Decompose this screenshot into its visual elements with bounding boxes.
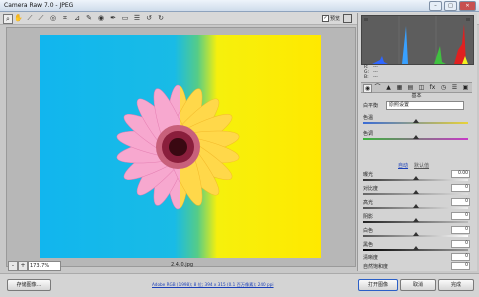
minimize-icon[interactable]: – [429,1,442,11]
preview-label: 预览 [330,16,341,22]
b-label: B: [364,75,369,80]
red-eye-icon[interactable]: ◉ [97,14,105,22]
clarity-label: 清晰度 [363,255,379,261]
slider-clarity: 清晰度 0 [361,253,472,262]
close-icon[interactable]: ✕ [459,1,476,11]
slider-whites: 白色 0 [361,226,472,241]
whites-value[interactable]: 0 [451,226,470,234]
bottom-bar: 存储图像... Adobe RGB (1998); 8 位; 394 x 315… [0,273,479,297]
lens-corrections-tab-icon[interactable]: ◫ [418,84,425,91]
crop-icon[interactable]: ⌗ [61,14,69,22]
file-name: 2.4.0.jpg [171,262,194,268]
status-bar: - + 173.7% 2.4.0.jpg [6,260,354,271]
temperature-thumb[interactable] [412,119,419,123]
shadows-thumb[interactable] [412,218,419,222]
target-adjust-icon[interactable]: ◎ [49,14,57,22]
open-image-button[interactable]: 打开图像 [358,279,398,291]
contrast-value[interactable]: 0 [451,184,470,192]
temperature-label: 色温 [363,115,374,121]
split-toning-tab-icon[interactable]: ▤ [407,84,414,91]
zoom-level-select[interactable]: 173.7% [28,261,61,271]
slider-vibrance: 自然饱和度 0 [361,262,472,271]
workflow-options-link[interactable]: Adobe RGB (1998); 8 位; 394 x 315 (0.1 百万… [152,282,274,288]
b-value: --- [373,75,378,80]
check-icon[interactable]: ✓ [322,15,329,22]
histogram [361,15,474,65]
shadow-clipping-icon[interactable] [364,18,368,21]
blacks-thumb[interactable] [412,246,419,250]
default-link[interactable]: 默认值 [414,162,429,169]
adjustment-brush-icon[interactable]: ✒ [109,14,117,22]
camera-calibration-tab-icon[interactable]: ◷ [440,84,447,91]
hsl-tab-icon[interactable]: ▦ [396,84,403,91]
tint-label: 色调 [363,131,374,137]
exposure-thumb[interactable] [412,176,419,180]
slider-highlights: 高光 0 [361,198,472,213]
white-balance-label: 白平衡 [363,103,379,109]
preview-canvas[interactable] [6,27,356,267]
detail-tab-icon[interactable]: ▲ [385,84,392,91]
rotate-cw-icon[interactable]: ↻ [157,14,165,22]
preview-image [40,35,321,258]
slider-temperature: 色温 [361,114,472,128]
adjustment-panel: R: --- G: --- B: --- ◉ ⌒ ▲ ▦ ▤ ◫ fx ◷ ☰ … [357,13,477,271]
exposure-label: 曝光 [363,172,374,178]
fullscreen-icon[interactable] [343,14,352,23]
straighten-icon[interactable]: ⊿ [73,14,81,22]
slider-tint: 色调 [361,130,472,144]
whites-label: 白色 [363,228,374,234]
maximize-icon[interactable]: □ [444,1,457,11]
slider-exposure: 曝光 0.00 [361,170,472,185]
snapshots-tab-icon[interactable]: ▣ [462,84,469,91]
zoom-in-button[interactable]: + [18,261,28,271]
contrast-label: 对比度 [363,186,379,192]
window-title: Camera Raw 7.0 - JPEG [4,2,74,9]
cancel-button[interactable]: 取消 [400,279,436,291]
histogram-graph [364,16,470,64]
white-balance-row: 白平衡 原照设置 [361,100,472,110]
presets-tab-icon[interactable]: ☰ [451,84,458,91]
title-bar: Camera Raw 7.0 - JPEG – □ ✕ [0,0,479,12]
whites-thumb[interactable] [412,232,419,236]
highlights-value[interactable]: 0 [451,198,470,206]
exposure-value[interactable]: 0.00 [451,170,470,178]
preferences-icon[interactable]: ☰ [133,14,141,22]
blacks-label: 黑色 [363,242,374,248]
rgb-readout: R: --- G: --- B: --- [361,64,472,80]
vibrance-value[interactable]: 0 [451,262,470,270]
color-sampler-icon[interactable]: ⟋ [37,14,45,22]
shadows-value[interactable]: 0 [451,212,470,220]
effects-tab-icon[interactable]: fx [429,84,436,91]
graduated-filter-icon[interactable]: ▭ [121,14,129,22]
highlights-thumb[interactable] [412,204,419,208]
save-image-button[interactable]: 存储图像... [7,279,51,291]
zoom-out-button[interactable]: - [8,261,18,271]
white-balance-select[interactable]: 原照设置 [386,101,464,110]
done-button[interactable]: 完成 [438,279,474,291]
rotate-ccw-icon[interactable]: ↺ [145,14,153,22]
highlights-label: 高光 [363,200,374,206]
shadows-label: 阴影 [363,214,374,220]
panel-title: 基本 [411,93,422,99]
slider-contrast: 对比度 0 [361,184,472,199]
clarity-value[interactable]: 0 [451,253,470,261]
hand-icon[interactable]: ✋ [14,14,23,22]
contrast-thumb[interactable] [412,190,419,194]
tone-curve-tab-icon[interactable]: ⌒ [374,84,381,91]
highlight-clipping-icon[interactable] [466,18,470,21]
vibrance-label: 自然饱和度 [363,264,389,270]
auto-link[interactable]: 自动 [398,162,408,169]
tint-thumb[interactable] [412,135,419,139]
auto-default-row: 自动 默认值 [361,162,472,170]
spot-removal-icon[interactable]: ✎ [85,14,93,22]
white-balance-icon[interactable]: ⟋ [26,14,34,22]
flower-image [116,84,240,210]
preview-checkbox[interactable]: ✓ 预览 [322,15,340,22]
blacks-value[interactable]: 0 [451,240,470,248]
zoom-icon[interactable]: ⌕ [3,14,13,24]
slider-shadows: 阴影 0 [361,212,472,227]
